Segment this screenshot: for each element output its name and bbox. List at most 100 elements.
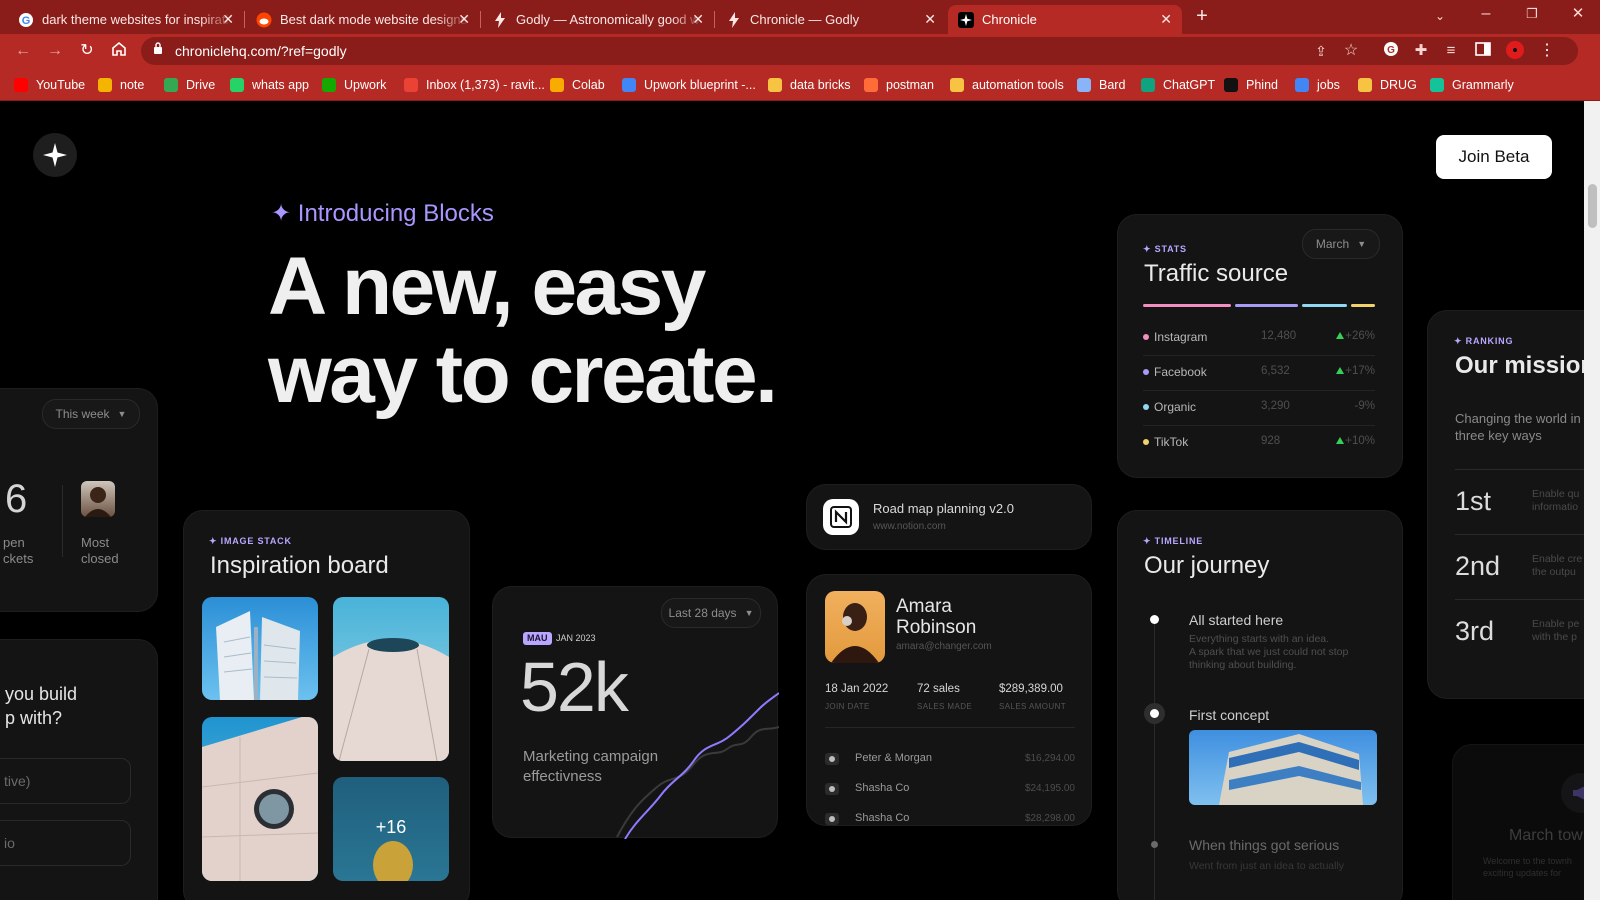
week-filter-dropdown[interactable]: This week ▼ <box>42 399 140 429</box>
traffic-row[interactable]: TikTok 928 +10% <box>1143 426 1375 461</box>
tab-search-icon[interactable]: ⌄ <box>1430 6 1450 26</box>
close-tab-icon[interactable]: ✕ <box>692 11 704 28</box>
deal-amount: $28,298.00 <box>1024 813 1075 824</box>
close-tab-icon[interactable]: ✕ <box>222 11 234 28</box>
traffic-row[interactable]: Instagram 12,480 +26% <box>1143 321 1375 356</box>
bookmark-item[interactable]: Bard <box>1077 75 1125 95</box>
building-photo-1[interactable] <box>202 597 318 700</box>
bookmark-item[interactable]: Colab <box>550 75 605 95</box>
close-tab-icon[interactable]: ✕ <box>1160 11 1172 28</box>
traffic-row[interactable]: Organic 3,290 -9% <box>1143 391 1375 426</box>
bookmark-item[interactable]: automation tools <box>950 75 1064 95</box>
bookmark-label: Inbox (1,373) - ravit... <box>426 78 545 92</box>
tab-chronicle-active[interactable]: Chronicle ✕ <box>948 5 1182 34</box>
bookmark-item[interactable]: note <box>98 75 144 95</box>
bookmark-label: data bricks <box>790 78 851 92</box>
address-bar[interactable]: chroniclehq.com/?ref=godly ⇪ ☆ <box>141 37 1578 65</box>
tab-chronicle-godly[interactable]: Chronicle — Godly ✕ <box>716 5 946 34</box>
date-range-dropdown[interactable]: Last 28 days ▼ <box>661 598 761 628</box>
stat-label: SALES MADE <box>917 702 973 711</box>
mission-card: ✦ RANKING Our mission Changing the world… <box>1427 310 1584 699</box>
bookmark-item[interactable]: postman <box>864 75 934 95</box>
google-icon: G <box>18 12 34 28</box>
bookmark-item[interactable]: Drive <box>164 75 215 95</box>
restore-icon[interactable]: ❐ <box>1522 4 1542 24</box>
tab-reddit[interactable]: Best dark mode website designs? ✕ <box>246 5 480 34</box>
answer-field-1[interactable]: tive) <box>0 758 131 804</box>
bookmark-item[interactable]: Inbox (1,373) - ravit... <box>404 75 545 95</box>
scrollbar-thumb[interactable] <box>1588 184 1597 228</box>
close-tab-icon[interactable]: ✕ <box>458 11 470 28</box>
deal-row[interactable]: Shasha Co $24,195.00 <box>825 779 1075 801</box>
chronicle-icon <box>958 11 974 28</box>
bookmark-item[interactable]: data bricks <box>768 75 850 95</box>
rank-text-line: Enable qu <box>1532 488 1580 500</box>
bookmark-label: ChatGPT <box>1163 78 1216 92</box>
mau-date: JAN 2023 <box>556 633 596 643</box>
stat-label: JOIN DATE <box>825 702 870 711</box>
text-line: Everything starts with an idea. <box>1189 633 1330 645</box>
deal-row[interactable]: Peter & Morgan $16,294.00 <box>825 749 1075 771</box>
deal-name: Shasha Co <box>855 812 910 824</box>
grammarly-extension-icon[interactable]: G <box>1380 41 1402 62</box>
more-images-tile[interactable]: +16 <box>333 777 449 881</box>
bookmark-star-icon[interactable]: ☆ <box>1341 41 1361 61</box>
bookmark-label: Phind <box>1246 78 1278 92</box>
bookmark-favicon-icon <box>1077 78 1091 92</box>
bookmark-item[interactable]: Grammarly <box>1430 75 1514 95</box>
deal-row[interactable]: Shasha Co $28,298.00 <box>825 809 1075 825</box>
deal-name: Peter & Morgan <box>855 752 933 764</box>
bookmark-favicon-icon <box>322 78 336 92</box>
bookmark-item[interactable]: Phind <box>1224 75 1278 95</box>
step-3-title: When things got serious <box>1189 837 1340 853</box>
bookmark-label: Grammarly <box>1452 78 1514 92</box>
answer-field-2[interactable]: io <box>0 820 131 866</box>
reload-icon[interactable]: ↻ <box>76 41 98 61</box>
home-icon[interactable] <box>108 40 130 64</box>
side-panel-icon[interactable] <box>1472 41 1494 63</box>
traffic-row[interactable]: Facebook 6,532 +17% <box>1143 356 1375 391</box>
traffic-source-card: ✦ STATS Traffic source March ▼ Instagram 1… <box>1117 214 1403 478</box>
bookmark-label: Colab <box>572 78 605 92</box>
text-line: A spark that we just could not stop <box>1189 646 1349 658</box>
roadmap-card[interactable]: Road map planning v2.0 www.notion.com <box>806 484 1092 550</box>
march-title: March tow <box>1509 827 1583 844</box>
roadmap-url: www.notion.com <box>873 521 946 532</box>
bookmark-item[interactable]: DRUG <box>1358 75 1417 95</box>
chronicle-logo[interactable] <box>33 133 77 177</box>
trend-up-icon <box>1336 332 1344 339</box>
concept-photo[interactable] <box>1189 730 1377 805</box>
profile-avatar-icon[interactable] <box>1504 40 1526 66</box>
new-tab-icon[interactable]: + <box>1192 6 1212 26</box>
bookmarks-bar: YouTube note Drive whats app Upwork Inbox (1,… <box>0 68 1600 101</box>
tab-godly[interactable]: Godly — Astronomically good w ✕ <box>482 5 714 34</box>
share-icon[interactable]: ⇪ <box>1311 41 1331 61</box>
last-name: Robinson <box>896 617 977 638</box>
building-photo-3[interactable] <box>202 717 318 881</box>
bookmark-favicon-icon <box>1141 78 1155 92</box>
bookmark-item[interactable]: whats app <box>230 75 309 95</box>
reading-list-icon[interactable]: ≡ <box>1440 41 1462 61</box>
building-photo-2[interactable] <box>333 597 449 761</box>
bookmark-item[interactable]: Upwork <box>322 75 386 95</box>
minimize-icon[interactable]: – <box>1476 4 1496 24</box>
window-close-icon[interactable]: ✕ <box>1568 4 1588 24</box>
back-icon[interactable]: ← <box>12 41 34 61</box>
close-tab-icon[interactable]: ✕ <box>924 11 936 28</box>
join-beta-button[interactable]: Join Beta <box>1436 135 1552 179</box>
month-dropdown[interactable]: March ▼ <box>1302 229 1380 259</box>
label-line: ckets <box>3 551 34 566</box>
chevron-down-icon: ▼ <box>117 409 127 419</box>
bookmark-item[interactable]: Upwork blueprint -... <box>622 75 756 95</box>
bookmark-favicon-icon <box>1358 78 1372 92</box>
question-line: p with? <box>5 708 63 728</box>
bookmark-label: Drive <box>186 78 216 92</box>
bookmark-item[interactable]: jobs <box>1295 75 1340 95</box>
forward-icon[interactable]: → <box>44 41 66 61</box>
filter-label: This week <box>55 407 110 421</box>
bookmark-item[interactable]: YouTube <box>14 75 85 95</box>
extensions-puzzle-icon[interactable]: ✚ <box>1410 41 1432 61</box>
bookmark-item[interactable]: ChatGPT <box>1141 75 1215 95</box>
tab-google-search[interactable]: G dark theme websites for inspirati ✕ <box>8 5 244 34</box>
browser-menu-icon[interactable]: ⋮ <box>1536 41 1558 61</box>
